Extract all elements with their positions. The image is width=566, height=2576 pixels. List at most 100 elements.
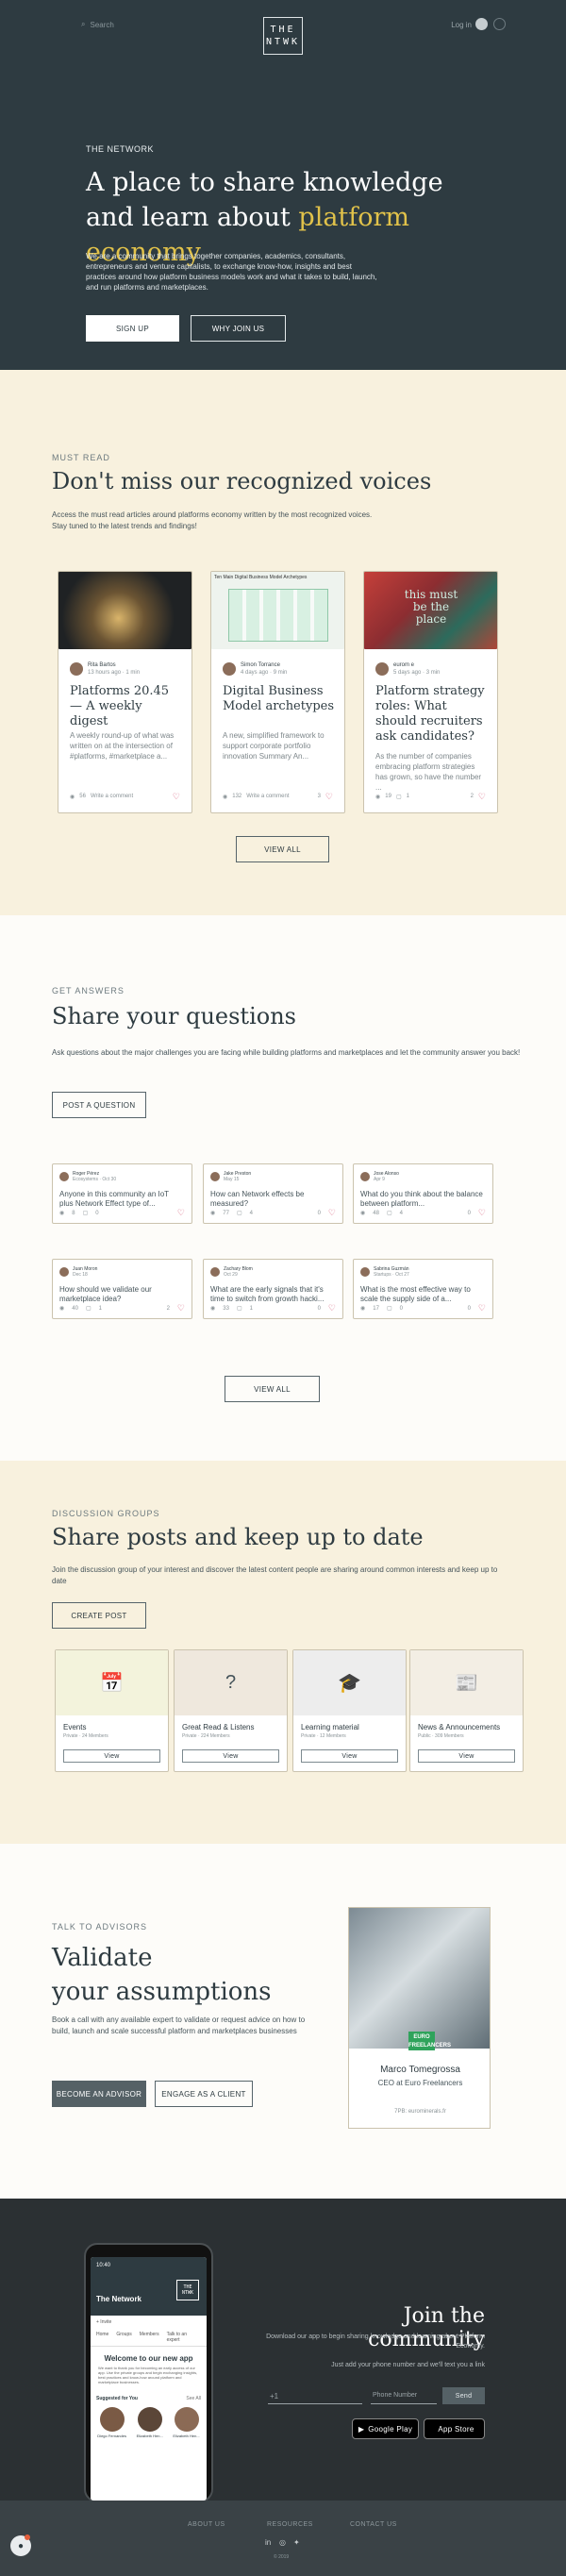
send-button[interactable]: Send: [442, 2387, 485, 2404]
group-card-learning[interactable]: 🎓 Learning material Private · 12 Members…: [292, 1649, 407, 1772]
advisor-photo: EURO FREELANCERS: [349, 1908, 490, 2050]
phone-mockup: 10:40 The Network THE NTWK + Invite Home …: [84, 2243, 213, 2502]
asker-avatar: [59, 1172, 69, 1181]
app-store-label: App Store: [438, 2424, 474, 2434]
write-comment-link[interactable]: Write a comment: [91, 794, 133, 799]
phone-tab[interactable]: Members: [140, 2332, 159, 2343]
group-name: Great Read & Listens: [182, 1723, 255, 1731]
sign-up-button[interactable]: SIGN UP: [86, 315, 179, 342]
phone-logo: THE NTWK: [176, 2280, 199, 2300]
heart-icon[interactable]: ♡: [177, 1208, 185, 1218]
question-card[interactable]: Zachary Blom Oct 29 What are the early sig…: [203, 1259, 343, 1319]
advisor-role: CEO at Euro Freelancers: [377, 2079, 463, 2087]
phone-number-input[interactable]: Phone Number: [371, 2387, 437, 2404]
search-box[interactable]: ⌕ Search: [81, 20, 114, 29]
heart-icon[interactable]: ♡: [328, 1208, 336, 1218]
advisor-card[interactable]: EURO FREELANCERS Marco Tomegrossa CEO at…: [348, 1907, 491, 2129]
footer-contact-link[interactable]: CONTACT US: [350, 2521, 397, 2528]
company-badge: EURO FREELANCERS: [408, 2032, 451, 2050]
question-footer: ◉ 17 ▢ 0 0 ♡: [360, 1303, 486, 1313]
phone-see-all[interactable]: See All: [186, 2396, 201, 2401]
group-card-news[interactable]: 📰 News & Announcements Public · 309 Memb…: [409, 1649, 524, 1772]
group-members: Private · 12 Members: [301, 1733, 346, 1739]
twitter-icon[interactable]: ✦: [293, 2538, 300, 2547]
answer-count: 1: [98, 1305, 102, 1312]
engage-client-button[interactable]: ENGAGE AS A CLIENT: [155, 2081, 253, 2107]
article-card[interactable]: Ten Main Digital Business Model Archetyp…: [210, 571, 345, 813]
logo-line-2: NTWK: [265, 37, 301, 47]
login-link[interactable]: Log in: [451, 21, 472, 29]
become-advisor-button[interactable]: BECOME AN ADVISOR: [52, 2081, 146, 2107]
heart-icon[interactable]: ♡: [177, 1303, 185, 1313]
group-name: Events: [63, 1723, 87, 1731]
article-meta: Rita Bartos 13 hours ago · 1 min: [70, 661, 140, 677]
phone-tabs: Home Groups Members Talk to an expert: [91, 2329, 207, 2347]
question-time: Ecosystems · Oct 30: [73, 1177, 117, 1182]
logo[interactable]: THE NTWK: [263, 17, 303, 55]
comment-icon: ▢: [395, 794, 402, 800]
footer-resources-link[interactable]: RESOURCES: [267, 2521, 313, 2528]
phone-invite[interactable]: + Invite: [91, 2316, 207, 2329]
heart-icon[interactable]: ♡: [478, 792, 486, 802]
questions-title: Share your questions: [52, 1003, 296, 1029]
view-all-questions-button[interactable]: VIEW ALL: [225, 1376, 320, 1402]
join-description: Download our app to begin sharing knowle…: [266, 2333, 485, 2350]
advisor-name: Marco Tomegrossa: [380, 2065, 460, 2075]
post-question-button[interactable]: POST A QUESTION: [52, 1092, 146, 1118]
instagram-icon[interactable]: ◎: [279, 2538, 286, 2547]
article-card[interactable]: Rita Bartos 13 hours ago · 1 min Platform…: [58, 571, 192, 813]
author-name: Rita Bartos: [88, 662, 116, 668]
group-card-events[interactable]: 📅 Events Private · 24 Members View: [55, 1649, 169, 1772]
heart-icon[interactable]: ♡: [328, 1303, 336, 1313]
heart-icon[interactable]: ♡: [173, 792, 180, 802]
phone-prefix-input[interactable]: +1: [268, 2387, 362, 2404]
user-avatar-icon[interactable]: [475, 18, 488, 30]
heart-icon[interactable]: ♡: [478, 1303, 486, 1313]
group-view-button[interactable]: View: [301, 1749, 398, 1763]
view-all-articles-button[interactable]: VIEW ALL: [236, 836, 329, 862]
heart-icon[interactable]: ♡: [478, 1208, 486, 1218]
question-card[interactable]: Juan Moron Dec 18 How should we validate o…: [52, 1259, 192, 1319]
must-read-description-2: Stay tuned to the latest trends and find…: [52, 522, 197, 530]
phone-person[interactable]: Elizabeth Hen...: [173, 2407, 200, 2438]
asker-avatar: [360, 1267, 370, 1277]
group-card-great-reads[interactable]: ? Great Read & Listens Private · 224 Mem…: [174, 1649, 288, 1772]
question-header: Jose Alonso Apr 9: [360, 1171, 399, 1182]
group-view-button[interactable]: View: [63, 1749, 160, 1763]
phone-person[interactable]: Diego Fernandes: [97, 2407, 126, 2438]
footer-about-link[interactable]: ABOUT US: [188, 2521, 225, 2528]
article-card[interactable]: this must be the place eurom e 5 days ago…: [363, 571, 498, 813]
google-play-button[interactable]: ▶ Google Play: [352, 2418, 419, 2439]
advisor-website[interactable]: 7PB: eurominerals.fr: [349, 2109, 491, 2115]
search-icon: ⌕: [81, 20, 86, 28]
view-count: 19: [385, 794, 391, 799]
phone-person-name: Elizabeth Hen...: [136, 2434, 163, 2438]
comment-icon: ▢: [85, 1306, 92, 1312]
create-post-button[interactable]: CREATE POST: [52, 1602, 146, 1629]
heart-icon[interactable]: ♡: [325, 792, 333, 802]
question-footer: ◉ 77 ▢ 4 0 ♡: [210, 1208, 336, 1218]
questions-description: Ask questions about the major challenges…: [52, 1048, 521, 1057]
write-comment-link[interactable]: Write a comment: [246, 794, 289, 799]
linkedin-icon[interactable]: in: [265, 2538, 271, 2547]
author-name: eurom e: [393, 662, 415, 668]
phone-tab[interactable]: Groups: [116, 2332, 131, 2343]
questions-eyebrow: GET ANSWERS: [52, 986, 125, 995]
group-view-button[interactable]: View: [182, 1749, 279, 1763]
question-card[interactable]: Jake Preston May 15 How can Network effect…: [203, 1163, 343, 1224]
question-card[interactable]: Jose Alonso Apr 9 What do you think about …: [353, 1163, 493, 1224]
phone-tab[interactable]: Home: [96, 2332, 108, 2343]
group-members: Private · 24 Members: [63, 1733, 108, 1739]
phone-tab[interactable]: Talk to an expert: [167, 2332, 201, 2343]
why-join-button[interactable]: WHY JOIN US: [191, 315, 286, 342]
question-time: Startups · Oct 27: [374, 1272, 409, 1278]
menu-circle-icon[interactable]: [493, 18, 506, 30]
eye-icon: ◉: [360, 1306, 366, 1312]
group-view-button[interactable]: View: [418, 1749, 515, 1763]
question-header: Juan Moron Dec 18: [59, 1266, 97, 1278]
app-store-button[interactable]: App Store: [424, 2418, 485, 2439]
phone-person[interactable]: Elizabeth Hen...: [137, 2407, 163, 2438]
question-card[interactable]: Roger Pérez Ecosystems · Oct 30 Anyone in …: [52, 1163, 192, 1224]
question-header: Jake Preston May 15: [210, 1171, 251, 1182]
question-card[interactable]: Sabrina Guzmán Startups · Oct 27 What is t…: [353, 1259, 493, 1319]
